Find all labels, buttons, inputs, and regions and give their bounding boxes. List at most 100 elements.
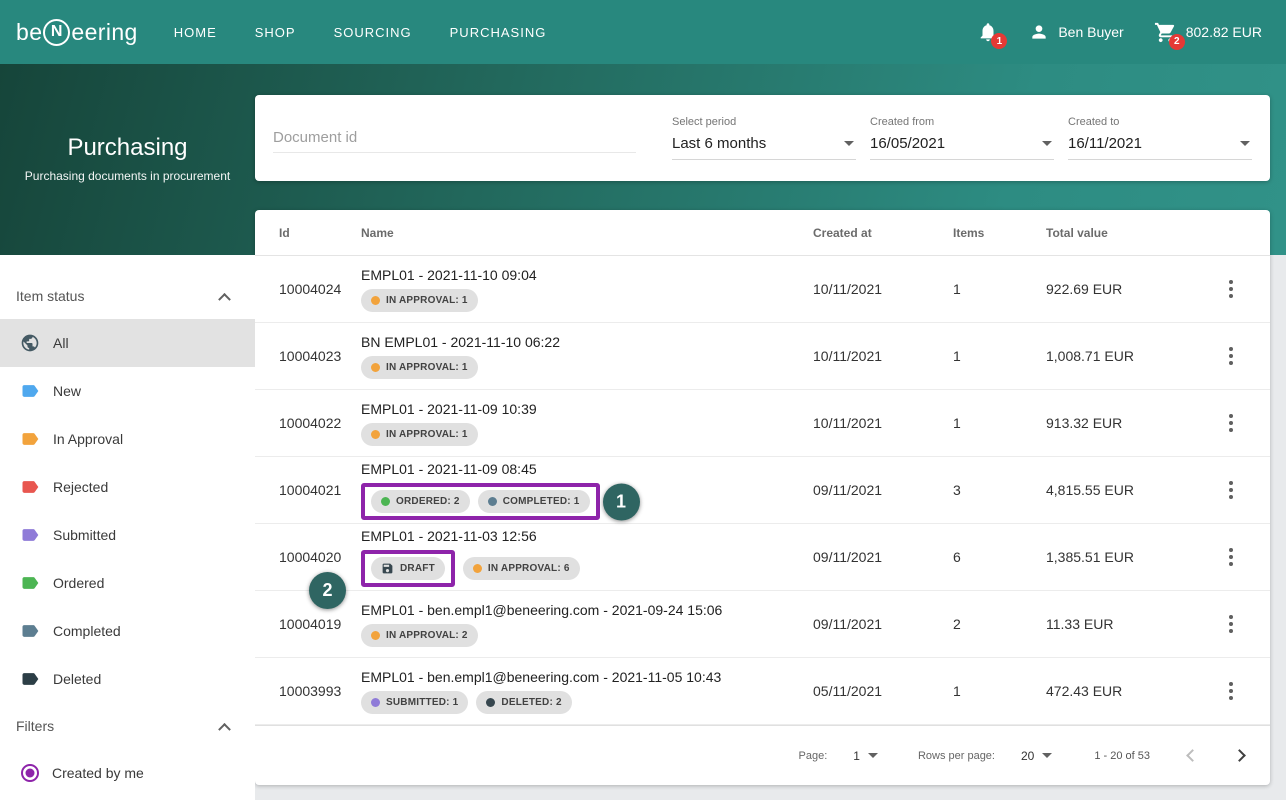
app-root: be N eering HOME SHOP SOURCING PURCHASIN… (0, 0, 1286, 800)
status-dot (486, 698, 496, 707)
kebab-menu-icon[interactable] (1221, 408, 1241, 438)
rows-per-page-value: 20 (1020, 748, 1035, 763)
status-chip: COMPLETED: 1 (477, 490, 590, 513)
kebab-menu-icon[interactable] (1221, 542, 1241, 572)
row-name-cell: BN EMPL01 - 2021-11-10 06:22 IN APPROVAL… (361, 333, 813, 379)
row-total: 1,008.71 EUR (1046, 348, 1134, 364)
nav-purchasing[interactable]: PURCHASING (450, 25, 547, 40)
status-label: All (53, 335, 69, 351)
status-dot (487, 497, 497, 506)
created-to-value: 16/11/2021 (1068, 135, 1142, 152)
row-items: 2 (953, 616, 961, 632)
user-menu[interactable]: Ben Buyer (1029, 22, 1124, 42)
row-name-cell: EMPL01 - 2021-11-03 12:56 DRAFT 2 IN APPRO… (309, 527, 813, 609)
nav-shop[interactable]: SHOP (255, 25, 296, 40)
badge-row: IN APPROVAL: 1 (361, 289, 813, 312)
sidebar-item-ordered[interactable]: Ordered (0, 559, 255, 607)
row-name-cell: EMPL01 - 2021-11-10 09:04 IN APPROVAL: 1 (361, 266, 813, 312)
row-items: 6 (953, 549, 961, 565)
created-by-me-label: Created by me (52, 765, 144, 781)
filters-header[interactable]: Filters (0, 703, 255, 749)
nav-sourcing[interactable]: SOURCING (334, 25, 412, 40)
item-status-header-label: Item status (16, 288, 85, 304)
sidebar: Item status All New In Approval Rejected… (0, 255, 255, 800)
next-page-button[interactable] (1233, 749, 1246, 762)
row-id: 10003993 (279, 683, 342, 699)
status-chip: IN APPROVAL: 2 (361, 624, 478, 647)
chevron-up-icon (218, 292, 231, 306)
row-name: EMPL01 - 2021-11-09 10:39 (361, 401, 537, 417)
row-items: 1 (953, 348, 961, 364)
cart-button[interactable]: 2 802.82 EUR (1154, 21, 1262, 50)
rows-per-page-label: Rows per page: (917, 749, 995, 762)
table-row[interactable]: 10004022 EMPL01 - 2021-11-09 10:39 IN AP… (255, 390, 1270, 457)
table-row[interactable]: 10004020 EMPL01 - 2021-11-03 12:56 DRAFT… (255, 524, 1270, 609)
notifications-button[interactable]: 1 (977, 21, 1008, 49)
sidebar-item-all[interactable]: All (0, 319, 255, 367)
user-name: Ben Buyer (1058, 24, 1124, 40)
main-nav: HOME SHOP SOURCING PURCHASING (174, 25, 547, 40)
row-name: EMPL01 - 2021-11-10 09:04 (361, 267, 537, 283)
created-from-select[interactable]: Created from 16/05/2021 (870, 116, 1054, 160)
row-items: 3 (953, 482, 961, 498)
prev-page-button[interactable] (1186, 749, 1199, 762)
col-name: Name (361, 225, 394, 240)
logo[interactable]: be N eering (16, 18, 138, 46)
caret-down-icon (1042, 141, 1052, 146)
row-created-at: 09/11/2021 (813, 616, 883, 632)
table-row[interactable]: 10004019 EMPL01 - ben.empl1@beneering.co… (255, 591, 1270, 658)
kebab-menu-icon[interactable] (1221, 676, 1241, 706)
radio-checked-icon (21, 764, 39, 782)
status-label: Ordered (53, 575, 105, 591)
status-label: Submitted (53, 527, 117, 543)
caret-down-icon (1240, 141, 1250, 146)
row-total: 4,815.55 EUR (1046, 482, 1134, 498)
created-from-label: Created from (870, 116, 935, 128)
logo-n-circle: N (43, 18, 71, 46)
period-select[interactable]: Select period Last 6 months (672, 116, 856, 160)
sidebar-item-submitted[interactable]: Submitted (0, 511, 255, 559)
sidebar-item-in-approval[interactable]: In Approval (0, 415, 255, 463)
table-row[interactable]: 10004023 BN EMPL01 - 2021-11-10 06:22 IN… (255, 323, 1270, 390)
period-label: Select period (672, 116, 737, 128)
status-chip: IN APPROVAL: 1 (361, 289, 478, 312)
row-name-cell: EMPL01 - 2021-11-09 08:45 ORDERED: 2 COMP… (361, 460, 813, 520)
sidebar-item-completed[interactable]: Completed (0, 607, 255, 655)
table-row[interactable]: 10004024 EMPL01 - 2021-11-10 09:04 IN AP… (255, 256, 1270, 323)
cart-badge: 2 (1168, 33, 1185, 50)
status-chip: IN APPROVAL: 1 (361, 356, 478, 379)
row-id: 10004020 (279, 549, 342, 565)
kebab-menu-icon[interactable] (1221, 341, 1241, 371)
row-id: 10004023 (279, 348, 342, 364)
caret-down-icon (844, 141, 854, 146)
status-tag-icon (20, 669, 40, 689)
row-created-at: 10/11/2021 (813, 415, 883, 431)
sidebar-item-new[interactable]: New (0, 367, 255, 415)
status-tag-icon (20, 429, 40, 449)
topbar-right: 1 Ben Buyer 2 802.82 EUR (977, 21, 1262, 50)
page-select[interactable]: 1 (853, 749, 878, 763)
nav-home[interactable]: HOME (174, 25, 217, 40)
table-row[interactable]: 10003993 EMPL01 - ben.empl1@beneering.co… (255, 658, 1270, 725)
row-name: BN EMPL01 - 2021-11-10 06:22 (361, 334, 560, 350)
kebab-menu-icon[interactable] (1221, 609, 1241, 639)
item-status-header[interactable]: Item status (0, 273, 255, 319)
document-id-input[interactable] (273, 123, 636, 153)
kebab-menu-icon[interactable] (1221, 475, 1241, 505)
created-to-select[interactable]: Created to 16/11/2021 (1068, 116, 1252, 160)
row-created-at: 05/11/2021 (813, 683, 883, 699)
page-value: 1 (853, 748, 860, 763)
page-subtitle: Purchasing documents in procurement (24, 169, 231, 183)
pagination-range: 1 - 20 of 53 (1094, 749, 1150, 762)
created-by-me-toggle[interactable]: Created by me (0, 749, 255, 797)
kebab-menu-icon[interactable] (1221, 274, 1241, 304)
table-row[interactable]: 10004021 EMPL01 - 2021-11-09 08:45 ORDER… (255, 457, 1270, 524)
filter-bar: Select period Last 6 months Created from… (255, 95, 1270, 181)
sidebar-item-rejected[interactable]: Rejected (0, 463, 255, 511)
row-created-at: 10/11/2021 (813, 348, 883, 364)
sidebar-item-deleted[interactable]: Deleted (0, 655, 255, 703)
row-created-at: 09/11/2021 (813, 482, 883, 498)
annotation-box: ORDERED: 2 COMPLETED: 1 1 (361, 483, 640, 520)
badge-row: IN APPROVAL: 1 (361, 356, 813, 379)
rows-per-page-select[interactable]: 20 (1020, 748, 1053, 763)
